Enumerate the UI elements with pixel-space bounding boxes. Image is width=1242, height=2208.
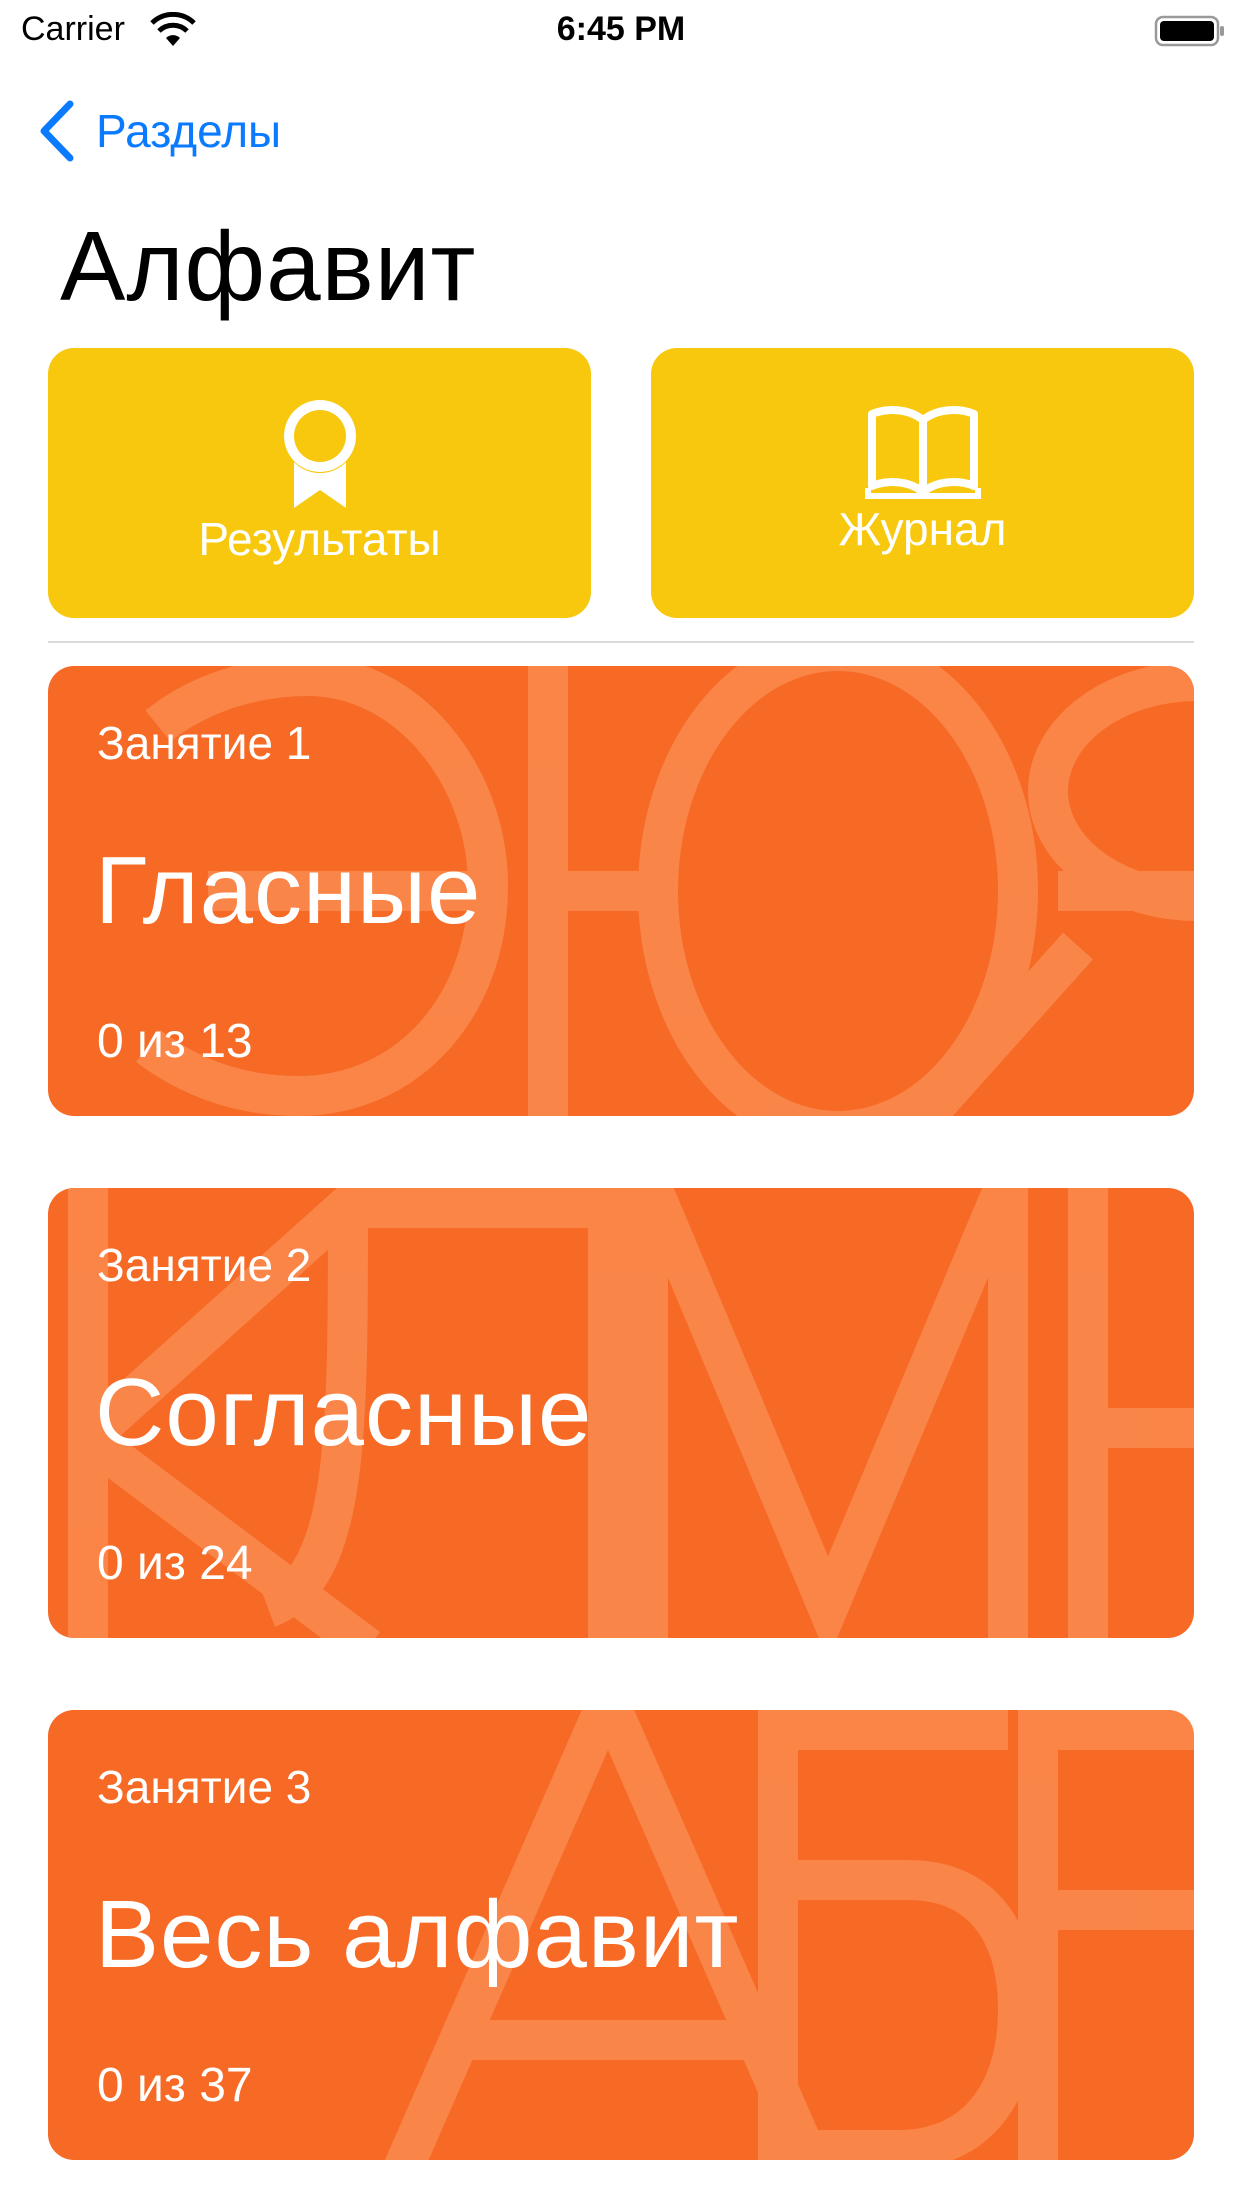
page-title: Алфавит	[60, 211, 477, 321]
status-time: 6:45 PM	[556, 10, 686, 48]
lesson-title: Гласные	[95, 837, 482, 944]
lesson-title: Весь алфавит	[95, 1881, 740, 1988]
journal-label: Журнал	[838, 503, 1007, 555]
lesson-number: Занятие 3	[97, 1761, 312, 1813]
lesson-card-vowels[interactable]: Занятие 1 Гласные 0 из 13	[48, 666, 1194, 1116]
results-button[interactable]: Результаты	[48, 348, 591, 618]
results-label: Результаты	[198, 513, 441, 565]
book-icon	[864, 406, 981, 499]
divider	[48, 641, 1194, 643]
lesson-number: Занятие 1	[97, 717, 312, 769]
back-button[interactable]: Разделы	[36, 96, 281, 166]
award-ribbon-icon	[283, 400, 356, 508]
journal-button[interactable]: Журнал	[651, 348, 1194, 618]
lesson-progress: 0 из 37	[97, 2059, 253, 2112]
lesson-progress: 0 из 24	[97, 1537, 253, 1590]
back-label: Разделы	[96, 105, 282, 157]
chevron-left-icon	[40, 100, 74, 162]
lesson-card-full-alphabet[interactable]: Занятие 3 Весь алфавит 0 из 37	[48, 1710, 1194, 2160]
battery-icon	[1154, 15, 1224, 47]
lesson-title: Согласные	[95, 1359, 593, 1466]
lesson-number: Занятие 2	[97, 1239, 312, 1291]
lesson-progress: 0 из 13	[97, 1015, 253, 1068]
status-bar: Carrier 6:45 PM	[0, 0, 1242, 60]
lesson-card-consonants[interactable]: Занятие 2 Согласные 0 из 24	[48, 1188, 1194, 1638]
